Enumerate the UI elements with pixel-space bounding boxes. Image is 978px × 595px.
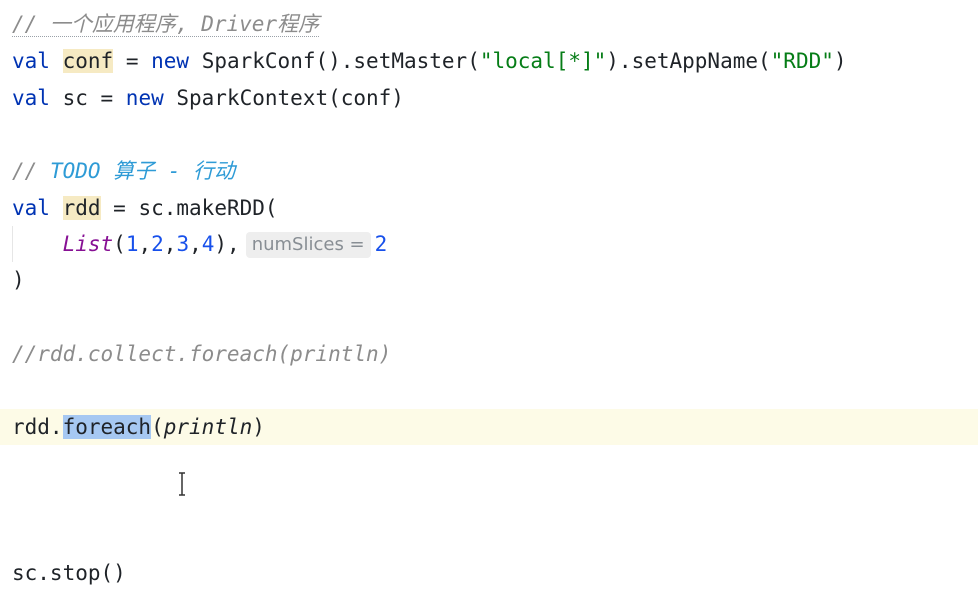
keyword-val: val (12, 49, 50, 73)
keyword-new: new (125, 86, 164, 110)
string-local: "local[*]" (479, 49, 607, 73)
keyword-val: val (12, 196, 50, 220)
argument-println: println (163, 415, 253, 439)
comment-app-driver: // 一个应用程序, Driver程序 (12, 12, 320, 37)
text-cursor-icon (178, 472, 186, 496)
code-line-comment-app[interactable]: // 一个应用程序, Driver程序 (0, 6, 978, 42)
operator-assign: = (113, 49, 152, 73)
paren-close: ) (833, 49, 847, 73)
code-line-conf[interactable]: val conf = new SparkConf().setMaster("lo… (0, 43, 978, 79)
paren-close-comma: ), (214, 232, 240, 256)
code-line-todo[interactable]: // TODO 算子 - 行动 (0, 153, 978, 189)
code-line-commented-collect[interactable]: //rdd.collect.foreach(println) (0, 336, 978, 372)
number-literal: 3 (176, 232, 190, 256)
code-editor[interactable]: // 一个应用程序, Driver程序 val conf = new Spark… (0, 0, 978, 595)
parameter-hint-numslices: numSlices = (245, 232, 371, 258)
todo-comment: TODO 算子 - 行动 (49, 159, 236, 183)
code-line-stop[interactable]: sc.stop() (0, 555, 978, 591)
comment-collect-foreach: //rdd.collect.foreach(println) (12, 342, 392, 366)
paren-close: ) (12, 268, 25, 292)
keyword-new: new (151, 49, 190, 73)
comma: , (163, 232, 177, 256)
number-literal: 4 (201, 232, 215, 256)
variable-conf: conf (62, 49, 114, 73)
string-rdd: "RDD" (770, 49, 834, 73)
comment-slashes: // (12, 159, 50, 183)
comma: , (189, 232, 202, 256)
comma: , (138, 232, 152, 256)
code-line-rdd-decl[interactable]: val rdd = sc.makeRDD( (0, 190, 978, 226)
number-literal-numslices: 2 (374, 232, 388, 256)
code-line-list-args[interactable]: List(1,2,3,4), numSlices = 2 (0, 226, 978, 262)
code-line-sc[interactable]: val sc = new SparkContext(conf) (0, 80, 978, 116)
call-sparkconf: SparkConf().setMaster( (189, 49, 480, 73)
sc-stop-call: sc.stop() (12, 561, 126, 585)
code-line-foreach-current[interactable]: rdd.foreach(println) (0, 409, 978, 445)
variable-rdd: rdd (62, 196, 101, 220)
function-list: List (62, 232, 114, 256)
code-line-close-paren[interactable]: ) (0, 262, 978, 298)
paren-open: ( (113, 232, 126, 256)
sc-assign: sc = (49, 86, 126, 110)
paren-close: ) (252, 415, 265, 439)
keyword-val: val (12, 86, 50, 110)
paren-open: ( (151, 415, 164, 439)
number-literal: 1 (125, 232, 139, 256)
rdd-receiver: rdd. (12, 415, 63, 439)
number-literal: 2 (151, 232, 164, 256)
selected-method-foreach[interactable]: foreach (62, 415, 152, 439)
call-setappname: ).setAppName( (606, 49, 771, 73)
call-sparkcontext: SparkContext(conf) (163, 86, 404, 110)
makerdd-call: = sc.makeRDD( (100, 196, 278, 220)
